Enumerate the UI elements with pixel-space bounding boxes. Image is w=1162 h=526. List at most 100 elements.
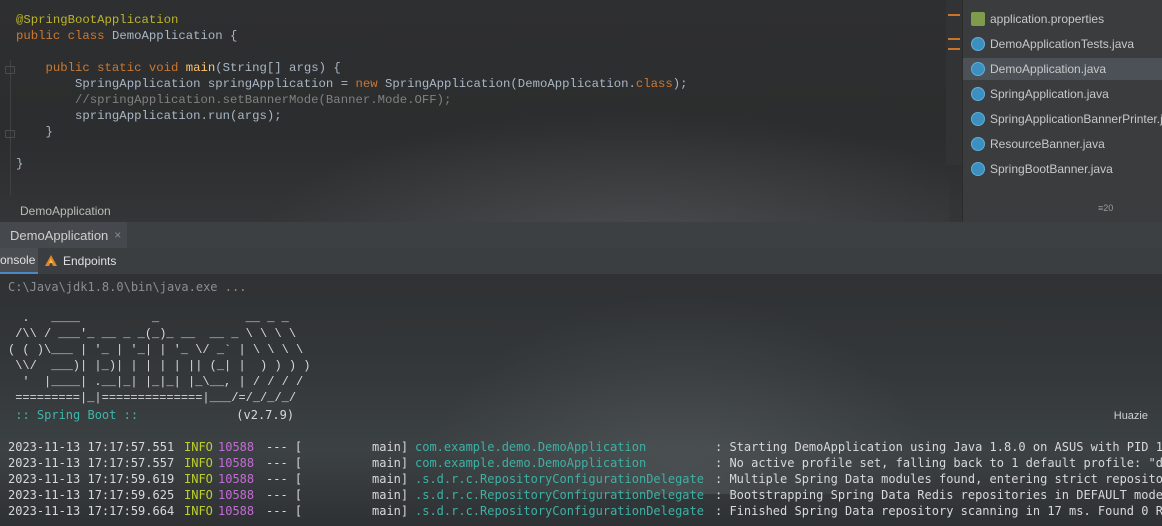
log-sep: --- [ — [266, 440, 303, 454]
file-list-item-label: ResourceBanner.java — [990, 137, 1105, 151]
java-class-icon — [971, 112, 985, 126]
code-line[interactable]: } — [16, 124, 688, 140]
fold-marker-icon[interactable] — [5, 66, 15, 74]
file-list-item[interactable]: application.properties — [963, 8, 1162, 30]
spring-boot-name: :: Spring Boot :: — [8, 408, 146, 422]
log-thread: main] — [372, 440, 409, 454]
log-ts: 2023-11-13 17:17:57.557 — [8, 456, 175, 470]
file-count: ≡20 — [1098, 203, 1114, 213]
error-stripe-mark[interactable] — [948, 38, 960, 40]
log-sep: --- [ — [266, 488, 303, 502]
file-list-item[interactable]: SpringBootBanner.java — [963, 158, 1162, 180]
java-class-icon — [971, 62, 985, 76]
log-logger[interactable]: com.example.demo.DemoApplication — [415, 440, 646, 454]
code-token: } — [16, 125, 53, 139]
code-token: @SpringBootApplication — [16, 13, 179, 27]
code-editor[interactable]: @SpringBootApplication public class DemoA… — [16, 12, 688, 172]
file-list-item-label: SpringApplicationBannerPrinter.java — [990, 112, 1162, 126]
code-token: public static void — [16, 61, 186, 75]
tab-console[interactable]: onsole — [0, 248, 38, 274]
run-tab-demoapplication[interactable]: DemoApplication × — [0, 222, 128, 248]
run-tool-window-header: DemoApplication × — [0, 222, 1162, 249]
file-list-item[interactable]: SpringApplication.java — [963, 83, 1162, 105]
code-line[interactable]: public static void main(String[] args) { — [16, 60, 688, 76]
endpoints-icon — [45, 255, 57, 266]
log-msg: : No active profile set, falling back to… — [715, 456, 1162, 470]
code-token: } — [16, 157, 24, 171]
log-thread: main] — [372, 488, 409, 502]
log-sep: --- [ — [266, 472, 303, 486]
log-pid: 10588 — [218, 440, 255, 454]
log-ts: 2023-11-13 17:17:59.619 — [8, 472, 175, 486]
log-level: INFO — [184, 456, 213, 470]
log-logger[interactable]: .s.d.r.c.RepositoryConfigurationDelegate — [415, 472, 704, 486]
java-class-icon — [971, 137, 985, 151]
code-token: DemoApplication { — [111, 29, 238, 43]
editor-gutter — [10, 60, 11, 195]
log-level: INFO — [184, 472, 213, 486]
file-list-popup: application.properties DemoApplicationTes… — [962, 0, 1162, 222]
log-line[interactable]: 2023-11-13 17:17:57.557 INFO 10588 --- [mai… — [8, 456, 1162, 472]
log-level: INFO — [184, 504, 213, 518]
watermark-text: Huazie — [1113, 410, 1148, 422]
log-ts: 2023-11-13 17:17:59.625 — [8, 488, 175, 502]
file-list-item[interactable]: ResourceBanner.java — [963, 133, 1162, 155]
fold-marker-icon[interactable] — [5, 130, 15, 138]
code-token: springApplication.run(args); — [16, 109, 282, 123]
log-msg: : Multiple Spring Data modules found, en… — [715, 472, 1162, 486]
log-level: INFO — [184, 440, 213, 454]
properties-file-icon — [971, 12, 985, 26]
code-line[interactable] — [16, 140, 688, 156]
code-token: new — [355, 77, 385, 91]
tab-endpoints[interactable]: Endpoints — [44, 248, 116, 274]
log-line[interactable]: 2023-11-13 17:17:57.551 INFO 10588 --- [mai… — [8, 440, 1162, 456]
error-stripe-mark[interactable] — [948, 48, 960, 50]
tab-endpoints-label: Endpoints — [63, 254, 117, 268]
tab-console-label: onsole — [0, 253, 36, 267]
error-stripe-mark[interactable] — [948, 14, 960, 16]
code-line[interactable]: SpringApplication springApplication = ne… — [16, 76, 688, 92]
log-pid: 10588 — [218, 488, 255, 502]
log-pid: 10588 — [218, 472, 255, 486]
log-line[interactable]: 2023-11-13 17:17:59.619 INFO 10588 --- [ mai… — [8, 472, 1162, 488]
log-thread: main] — [372, 472, 409, 486]
breadcrumb[interactable]: DemoApplication — [20, 204, 111, 218]
log-logger[interactable]: .s.d.r.c.RepositoryConfigurationDelegate — [415, 488, 704, 502]
java-class-icon — [971, 87, 985, 101]
log-line[interactable]: 2023-11-13 17:17:59.625 INFO 10588 --- [mai… — [8, 488, 1162, 504]
spring-boot-version-line: :: Spring Boot :: (v2.7.9) — [8, 408, 294, 422]
file-list-item-label: SpringApplication.java — [990, 87, 1109, 101]
log-msg: : Finished Spring Data repository scanni… — [715, 504, 1162, 518]
file-list-item[interactable]: DemoApplicationTests.java — [963, 33, 1162, 55]
file-list-item-label: application.properties — [990, 12, 1105, 26]
console-output[interactable]: C:\Java\jdk1.8.0\bin\java.exe ... . ____… — [0, 274, 1162, 526]
run-tab-label: DemoApplication — [10, 227, 109, 243]
file-list-item-label: SpringBootBanner.java — [990, 162, 1113, 176]
code-line[interactable]: //springApplication.setBannerMode(Banner… — [16, 92, 688, 108]
file-list-item[interactable]: DemoApplication.java — [963, 58, 1162, 80]
log-pid: 10588 — [218, 504, 255, 518]
code-line[interactable]: springApplication.run(args); — [16, 108, 688, 124]
java-command-line[interactable]: C:\Java\jdk1.8.0\bin\java.exe ... — [8, 280, 246, 294]
log-logger[interactable]: .s.d.r.c.RepositoryConfigurationDelegate — [415, 504, 704, 518]
run-tool-tabs: onsole Endpoints — [0, 248, 1162, 275]
code-line[interactable]: public class DemoApplication { — [16, 28, 688, 44]
log-logger[interactable]: com.example.demo.DemoApplication — [415, 456, 646, 470]
log-msg: : Starting DemoApplication using Java 1.… — [715, 440, 1162, 454]
editor-scroll-markers[interactable] — [946, 0, 962, 165]
code-token: ); — [672, 77, 688, 91]
code-token: SpringApplication springApplication = — [16, 77, 356, 91]
log-line[interactable]: 2023-11-13 17:17:59.664 INFO 10588 --- [mai… — [8, 504, 1162, 520]
java-class-icon — [971, 37, 985, 51]
code-token: main — [185, 61, 216, 75]
log-ts: 2023-11-13 17:17:59.664 — [8, 504, 175, 518]
close-icon[interactable]: × — [114, 228, 121, 242]
code-token: class — [635, 77, 673, 91]
code-line[interactable]: } — [16, 156, 688, 172]
code-line[interactable] — [16, 44, 688, 60]
code-line[interactable]: @SpringBootApplication — [16, 12, 688, 28]
log-sep: --- [ — [266, 504, 303, 518]
java-class-icon — [971, 162, 985, 176]
file-list-item[interactable]: SpringApplicationBannerPrinter.java — [963, 108, 1162, 130]
file-list-item-label: DemoApplication.java — [990, 62, 1107, 76]
